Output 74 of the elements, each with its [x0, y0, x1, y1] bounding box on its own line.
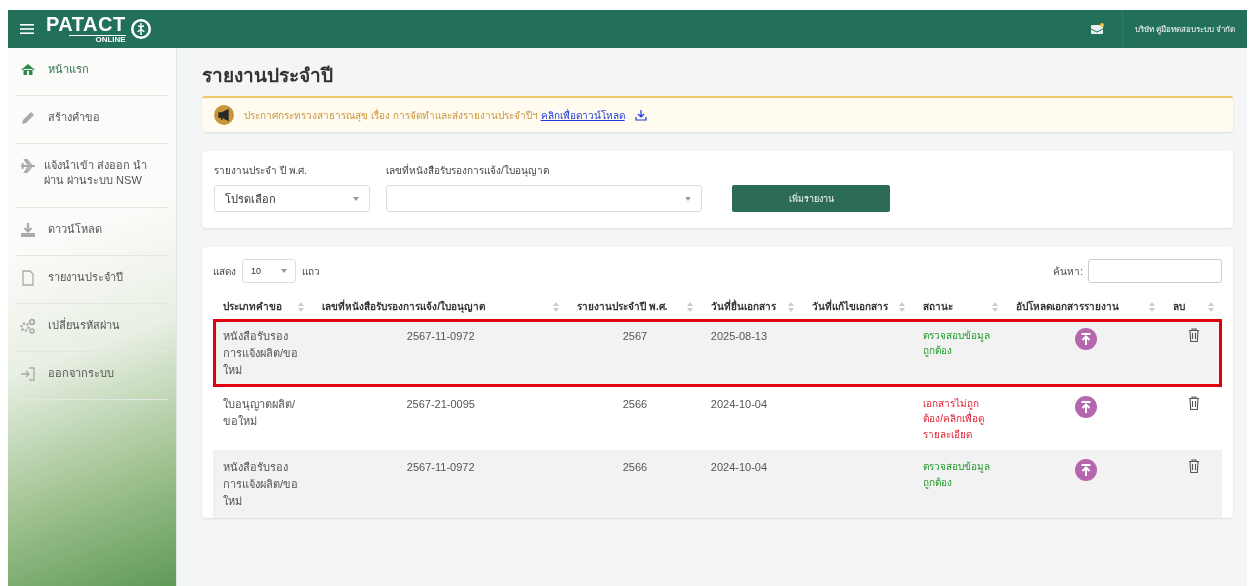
sidebar-item[interactable]: เปลี่ยนรหัสผ่าน: [16, 304, 168, 352]
column-header[interactable]: ลบ: [1173, 299, 1186, 315]
download-icon: [634, 109, 647, 121]
sort-icon: [298, 301, 305, 312]
field-label: รายงานประจำ ปี พ.ศ.: [214, 164, 309, 178]
sort-icon: [686, 301, 693, 312]
column-header[interactable]: รายงานประจำปี พ.ศ.: [577, 299, 668, 315]
year-dropdown[interactable]: โปรดเลือก: [214, 185, 370, 212]
page-length-dropdown[interactable]: 10: [242, 259, 296, 283]
table-cell: หนังสือรับรองการแจ้งผลิต/ขอใหม่: [223, 461, 299, 508]
column-header[interactable]: วันที่ยื่นเอกสาร: [710, 299, 776, 315]
trash-icon: [1187, 459, 1200, 474]
emblem-icon: [129, 18, 152, 40]
column-header[interactable]: ประเภทคำขอ: [223, 299, 282, 315]
sidebar-item[interactable]: รายงานประจำปี: [16, 256, 168, 304]
download-link[interactable]: คลิกเพื่อดาวน์โหลด: [540, 109, 625, 121]
caret-icon: [353, 196, 359, 201]
table-cell: 2024-10-04: [710, 397, 768, 410]
table-cell: 2025-08-13: [710, 329, 768, 342]
search-field[interactable]: [1088, 259, 1222, 283]
sidebar-item[interactable]: ออกจากระบบ: [16, 352, 168, 400]
license-dropdown[interactable]: [386, 185, 702, 212]
table-cell: ใบอนุญาตผลิต/ขอใหม่: [223, 397, 296, 427]
sort-icon: [788, 301, 794, 312]
upload-button-icon: [1074, 459, 1097, 482]
home-icon: [20, 62, 36, 78]
status-text[interactable]: เอกสารไม่ถูกต้อง/คลิกเพื่อดูรายละเอียด: [923, 395, 999, 443]
table-cell: หนังสือรับรองการแจ้งผลิต/ขอใหม่: [223, 329, 299, 376]
logout-icon: [20, 366, 36, 382]
menu-icon: [20, 23, 34, 35]
download-icon: [20, 222, 36, 238]
sidebar-item[interactable]: ดาวน์โหลด: [16, 208, 168, 256]
pencil-icon: [20, 110, 36, 126]
column-header[interactable]: เลขที่หนังสือรับรองการแจ้ง/ใบอนุญาต: [322, 299, 485, 315]
sidebar-item[interactable]: แจ้งนำเข้า ส่งออก นำผ่าน ผ่านระบบ NSW: [16, 144, 168, 208]
file-icon: [20, 270, 36, 286]
notice-text: ประกาศกระทรวงสาธารณสุข เรื่อง การจัดทำและส่งรายงานประจำปีฯ: [244, 109, 538, 121]
length-label: แถว: [302, 264, 320, 279]
sidebar-item[interactable]: สร้างคำขอ: [16, 96, 168, 144]
trash-icon: [1187, 395, 1200, 410]
mail-icon: [1089, 23, 1104, 35]
upload-button-icon: [1074, 395, 1097, 418]
sidebar-item[interactable]: หน้าแรก: [16, 48, 168, 96]
length-label: แสดง: [213, 264, 236, 279]
table-cell: 2567-11-0972: [406, 461, 475, 474]
upload-button-icon: [1074, 327, 1097, 350]
table-cell: 2567: [622, 329, 648, 342]
caret-icon: [685, 196, 691, 201]
column-header[interactable]: อัปโหลดเอกสารรายงาน: [1016, 299, 1120, 315]
page-title: รายงานประจำปี: [202, 64, 334, 88]
search-label: ค้นหา:: [1053, 264, 1083, 279]
caret-icon: [281, 269, 287, 273]
status-text: ตรวจสอบข้อมูลถูกต้อง: [923, 460, 992, 491]
status-text: ตรวจสอบข้อมูลถูกต้อง: [923, 328, 992, 359]
gears-icon: [20, 318, 36, 334]
add-report-button[interactable]: เพิ่มรายงาน: [732, 185, 890, 212]
sort-icon: [1208, 301, 1214, 312]
airplane-icon: [20, 158, 36, 174]
logo-subtitle: ONLINE: [69, 35, 126, 44]
table-cell: 2567-21-0095: [406, 397, 475, 410]
table-cell: 2567-11-0972: [406, 329, 475, 342]
table-cell: 2566: [622, 397, 648, 410]
logo-title: PATACT: [46, 14, 126, 34]
table-cell: 2566: [622, 461, 648, 474]
sort-icon: [899, 301, 906, 312]
trash-icon: [1187, 327, 1200, 342]
sort-icon: [992, 301, 999, 312]
field-label: เลขที่หนังสือรับรองการแจ้ง/ใบอนุญาต: [386, 163, 550, 178]
column-header[interactable]: สถานะ: [923, 299, 954, 315]
sort-icon: [1149, 301, 1156, 312]
column-header[interactable]: วันที่แก้ไขเอกสาร: [812, 299, 888, 315]
table-cell: 2024-10-04: [710, 461, 768, 474]
megaphone-icon: [214, 105, 234, 125]
sort-icon: [553, 301, 560, 312]
